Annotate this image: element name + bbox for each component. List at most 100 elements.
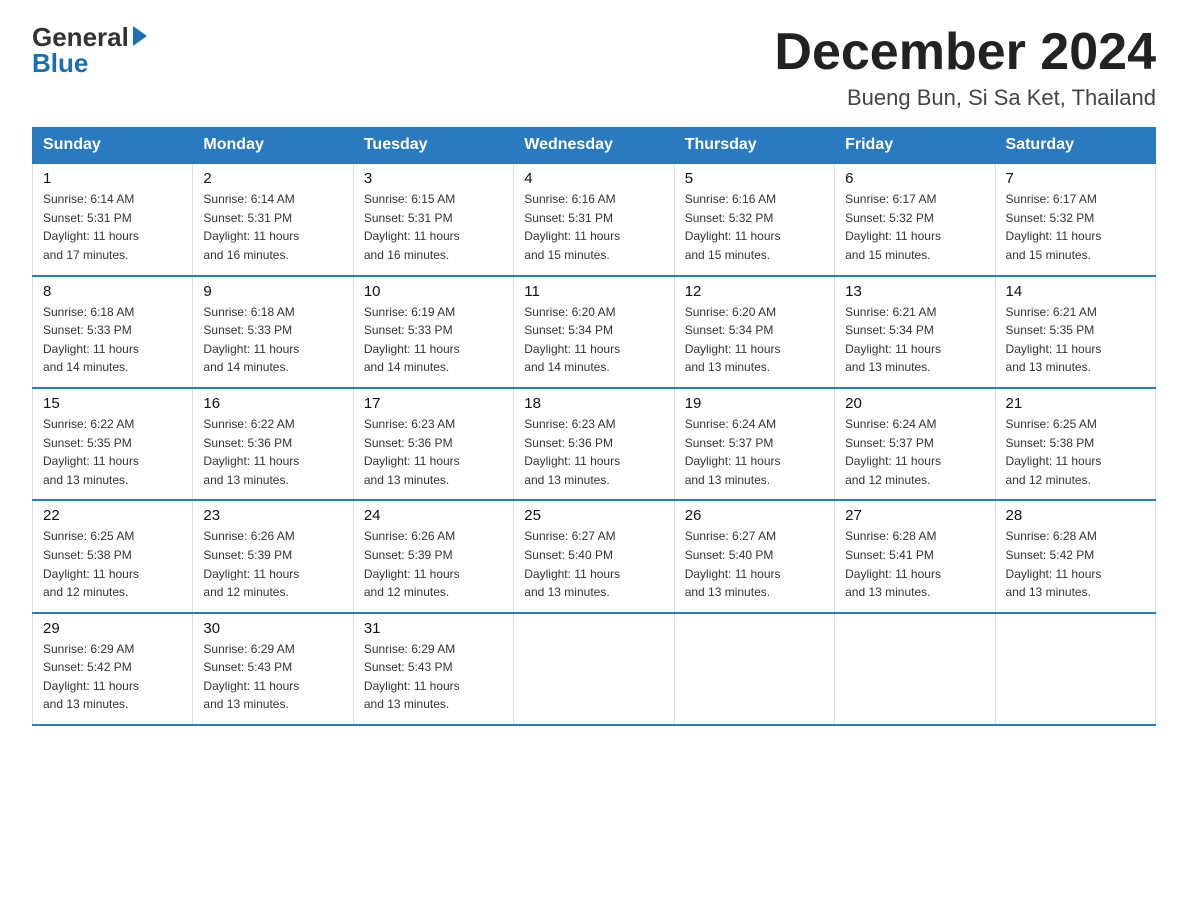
day-number: 8 [43,283,182,300]
col-header-wednesday: Wednesday [514,128,674,164]
day-info: Sunrise: 6:25 AMSunset: 5:38 PMDaylight:… [1006,415,1145,489]
calendar-cell: 18 Sunrise: 6:23 AMSunset: 5:36 PMDaylig… [514,388,674,500]
calendar-cell: 15 Sunrise: 6:22 AMSunset: 5:35 PMDaylig… [33,388,193,500]
calendar-cell: 13 Sunrise: 6:21 AMSunset: 5:34 PMDaylig… [835,276,995,388]
calendar-cell [995,613,1155,725]
day-info: Sunrise: 6:19 AMSunset: 5:33 PMDaylight:… [364,303,503,377]
day-number: 5 [685,170,824,187]
calendar-cell: 24 Sunrise: 6:26 AMSunset: 5:39 PMDaylig… [353,500,513,612]
day-info: Sunrise: 6:26 AMSunset: 5:39 PMDaylight:… [203,527,342,601]
day-number: 14 [1006,283,1145,300]
calendar-cell: 26 Sunrise: 6:27 AMSunset: 5:40 PMDaylig… [674,500,834,612]
day-number: 6 [845,170,984,187]
day-number: 28 [1006,507,1145,524]
calendar-cell: 30 Sunrise: 6:29 AMSunset: 5:43 PMDaylig… [193,613,353,725]
day-number: 18 [524,395,663,412]
calendar-cell: 4 Sunrise: 6:16 AMSunset: 5:31 PMDayligh… [514,163,674,275]
col-header-thursday: Thursday [674,128,834,164]
main-title: December 2024 [774,24,1156,81]
day-info: Sunrise: 6:20 AMSunset: 5:34 PMDaylight:… [524,303,663,377]
calendar-cell: 9 Sunrise: 6:18 AMSunset: 5:33 PMDayligh… [193,276,353,388]
logo-line1: General [32,24,147,50]
day-number: 22 [43,507,182,524]
calendar-cell: 2 Sunrise: 6:14 AMSunset: 5:31 PMDayligh… [193,163,353,275]
day-info: Sunrise: 6:27 AMSunset: 5:40 PMDaylight:… [685,527,824,601]
calendar-cell: 14 Sunrise: 6:21 AMSunset: 5:35 PMDaylig… [995,276,1155,388]
day-info: Sunrise: 6:17 AMSunset: 5:32 PMDaylight:… [1006,190,1145,264]
calendar-week-5: 29 Sunrise: 6:29 AMSunset: 5:42 PMDaylig… [33,613,1156,725]
day-info: Sunrise: 6:15 AMSunset: 5:31 PMDaylight:… [364,190,503,264]
day-number: 2 [203,170,342,187]
calendar-cell: 7 Sunrise: 6:17 AMSunset: 5:32 PMDayligh… [995,163,1155,275]
day-number: 1 [43,170,182,187]
day-info: Sunrise: 6:18 AMSunset: 5:33 PMDaylight:… [43,303,182,377]
calendar-cell: 17 Sunrise: 6:23 AMSunset: 5:36 PMDaylig… [353,388,513,500]
calendar-cell: 21 Sunrise: 6:25 AMSunset: 5:38 PMDaylig… [995,388,1155,500]
day-info: Sunrise: 6:28 AMSunset: 5:42 PMDaylight:… [1006,527,1145,601]
col-header-friday: Friday [835,128,995,164]
calendar-cell: 20 Sunrise: 6:24 AMSunset: 5:37 PMDaylig… [835,388,995,500]
logo: General Blue [32,24,147,76]
day-number: 29 [43,620,182,637]
day-number: 7 [1006,170,1145,187]
calendar-cell [835,613,995,725]
day-number: 10 [364,283,503,300]
day-number: 17 [364,395,503,412]
calendar-cell [674,613,834,725]
day-info: Sunrise: 6:14 AMSunset: 5:31 PMDaylight:… [203,190,342,264]
page-header: General Blue December 2024 Bueng Bun, Si… [32,24,1156,111]
calendar-cell: 3 Sunrise: 6:15 AMSunset: 5:31 PMDayligh… [353,163,513,275]
day-number: 25 [524,507,663,524]
calendar-cell: 5 Sunrise: 6:16 AMSunset: 5:32 PMDayligh… [674,163,834,275]
day-info: Sunrise: 6:27 AMSunset: 5:40 PMDaylight:… [524,527,663,601]
calendar-cell: 25 Sunrise: 6:27 AMSunset: 5:40 PMDaylig… [514,500,674,612]
day-info: Sunrise: 6:18 AMSunset: 5:33 PMDaylight:… [203,303,342,377]
day-info: Sunrise: 6:14 AMSunset: 5:31 PMDaylight:… [43,190,182,264]
day-number: 24 [364,507,503,524]
subtitle: Bueng Bun, Si Sa Ket, Thailand [774,85,1156,111]
calendar-cell: 12 Sunrise: 6:20 AMSunset: 5:34 PMDaylig… [674,276,834,388]
calendar-cell: 10 Sunrise: 6:19 AMSunset: 5:33 PMDaylig… [353,276,513,388]
day-number: 23 [203,507,342,524]
day-number: 9 [203,283,342,300]
col-header-sunday: Sunday [33,128,193,164]
calendar-cell: 22 Sunrise: 6:25 AMSunset: 5:38 PMDaylig… [33,500,193,612]
day-info: Sunrise: 6:24 AMSunset: 5:37 PMDaylight:… [685,415,824,489]
calendar-cell: 11 Sunrise: 6:20 AMSunset: 5:34 PMDaylig… [514,276,674,388]
day-number: 16 [203,395,342,412]
day-info: Sunrise: 6:22 AMSunset: 5:36 PMDaylight:… [203,415,342,489]
day-info: Sunrise: 6:28 AMSunset: 5:41 PMDaylight:… [845,527,984,601]
calendar-cell: 28 Sunrise: 6:28 AMSunset: 5:42 PMDaylig… [995,500,1155,612]
day-number: 26 [685,507,824,524]
day-number: 31 [364,620,503,637]
day-info: Sunrise: 6:23 AMSunset: 5:36 PMDaylight:… [524,415,663,489]
day-info: Sunrise: 6:21 AMSunset: 5:35 PMDaylight:… [1006,303,1145,377]
day-info: Sunrise: 6:20 AMSunset: 5:34 PMDaylight:… [685,303,824,377]
calendar-week-4: 22 Sunrise: 6:25 AMSunset: 5:38 PMDaylig… [33,500,1156,612]
day-number: 12 [685,283,824,300]
calendar-cell: 19 Sunrise: 6:24 AMSunset: 5:37 PMDaylig… [674,388,834,500]
calendar-table: SundayMondayTuesdayWednesdayThursdayFrid… [32,127,1156,726]
col-header-monday: Monday [193,128,353,164]
day-number: 19 [685,395,824,412]
calendar-header: SundayMondayTuesdayWednesdayThursdayFrid… [33,128,1156,164]
calendar-week-2: 8 Sunrise: 6:18 AMSunset: 5:33 PMDayligh… [33,276,1156,388]
calendar-cell [514,613,674,725]
day-info: Sunrise: 6:26 AMSunset: 5:39 PMDaylight:… [364,527,503,601]
day-info: Sunrise: 6:24 AMSunset: 5:37 PMDaylight:… [845,415,984,489]
day-number: 11 [524,283,663,300]
calendar-body: 1 Sunrise: 6:14 AMSunset: 5:31 PMDayligh… [33,163,1156,725]
title-block: December 2024 Bueng Bun, Si Sa Ket, Thai… [774,24,1156,111]
day-number: 4 [524,170,663,187]
day-info: Sunrise: 6:25 AMSunset: 5:38 PMDaylight:… [43,527,182,601]
day-info: Sunrise: 6:29 AMSunset: 5:43 PMDaylight:… [203,640,342,714]
calendar-week-1: 1 Sunrise: 6:14 AMSunset: 5:31 PMDayligh… [33,163,1156,275]
day-info: Sunrise: 6:23 AMSunset: 5:36 PMDaylight:… [364,415,503,489]
day-number: 13 [845,283,984,300]
logo-line2: Blue [32,50,147,76]
calendar-cell: 27 Sunrise: 6:28 AMSunset: 5:41 PMDaylig… [835,500,995,612]
calendar-cell: 31 Sunrise: 6:29 AMSunset: 5:43 PMDaylig… [353,613,513,725]
day-number: 15 [43,395,182,412]
calendar-cell: 16 Sunrise: 6:22 AMSunset: 5:36 PMDaylig… [193,388,353,500]
col-header-saturday: Saturday [995,128,1155,164]
